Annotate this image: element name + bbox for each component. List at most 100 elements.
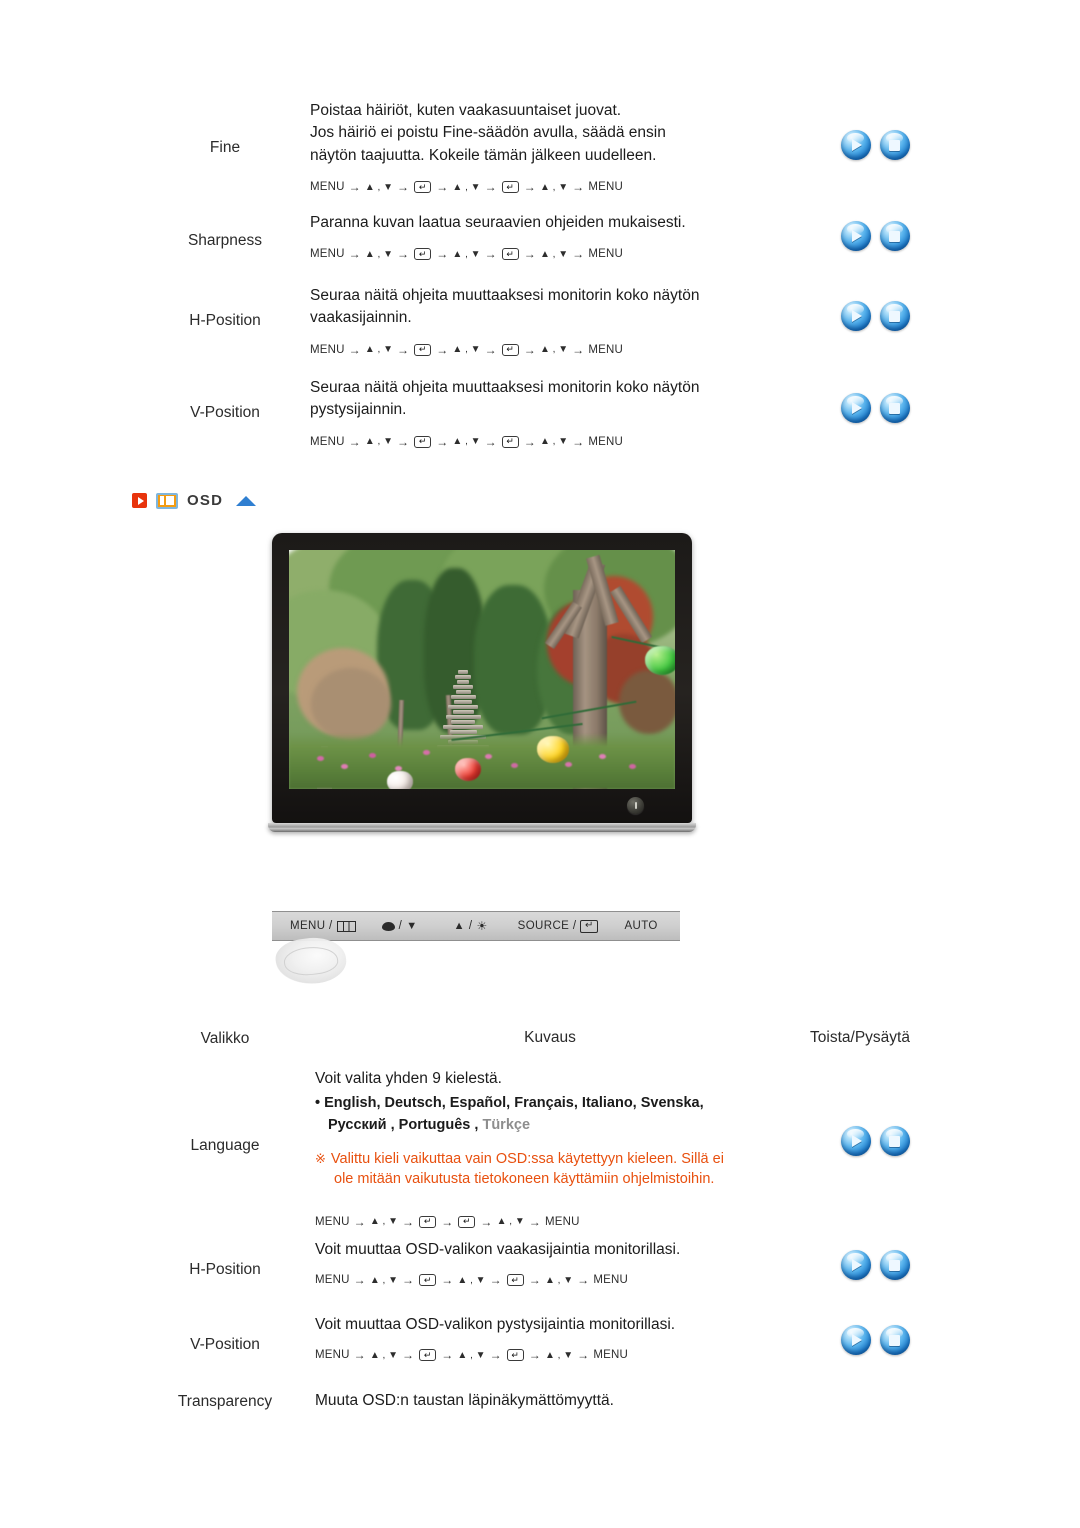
menu-label: Transparency bbox=[140, 1390, 310, 1413]
arrow-right-icon: → bbox=[489, 1273, 502, 1288]
arrow-right-icon: → bbox=[436, 180, 449, 195]
play-stop-cell bbox=[820, 212, 930, 251]
enter-key-icon: ↵ bbox=[501, 248, 519, 261]
lantern-yellow bbox=[537, 736, 569, 763]
description-cell: Seuraa näitä ohjeita muuttaaksesi monito… bbox=[310, 377, 820, 449]
play-stop-cell bbox=[820, 377, 930, 423]
arrow-right-icon: → bbox=[484, 247, 497, 262]
description-line: Voit muuttaa OSD-valikon pystysijaintia … bbox=[315, 1316, 676, 1333]
down-arrow-icon: ▼ bbox=[406, 920, 418, 932]
enter-key-icon: ↵ bbox=[414, 435, 432, 448]
osd-screen-icon bbox=[156, 492, 178, 509]
enter-key-icon: ↵ bbox=[414, 181, 432, 194]
blue-triangle-up-icon[interactable] bbox=[236, 496, 257, 506]
enter-key-icon: ↵ bbox=[501, 181, 519, 194]
arrow-right-icon: → bbox=[441, 1214, 454, 1229]
arrow-right-icon: → bbox=[523, 247, 536, 262]
enter-key-icon: ↵ bbox=[419, 1215, 437, 1228]
table-row: Sharpness Paranna kuvan laatua seuraavie… bbox=[140, 212, 930, 261]
language-list-separator: , bbox=[470, 1117, 483, 1134]
play-button[interactable] bbox=[840, 393, 871, 423]
arrow-right-icon: → bbox=[441, 1348, 454, 1363]
stop-button[interactable] bbox=[879, 1250, 910, 1280]
description-cell: Poistaa häiriöt, kuten vaakasuuntaiset j… bbox=[310, 100, 820, 194]
stop-button[interactable] bbox=[879, 301, 910, 331]
table-row: H-Position Seuraa näitä ohjeita muuttaak… bbox=[140, 285, 930, 357]
description-line: Jos häiriö ei poistu Fine-säädön avulla,… bbox=[310, 124, 666, 142]
description-line: Muuta OSD:n taustan läpinäkymättömyyttä. bbox=[315, 1392, 614, 1409]
monitor-screen bbox=[289, 550, 675, 789]
key-sequence: MENU → ▲ , ▼ → ↵ → ▲ , ▼ → ↵ → ▲ , ▼ → MENU bbox=[315, 1273, 820, 1287]
up-down-keys: ▲ , ▼ bbox=[496, 1216, 525, 1228]
monitor-control-bar: MENU / / ▼ ▲ / ☀ SOURCE / ↵ AUTO bbox=[272, 911, 680, 941]
description-line: Seuraa näitä ohjeita muuttaaksesi monito… bbox=[310, 287, 700, 304]
play-button[interactable] bbox=[840, 130, 871, 160]
up-down-keys: ▲ , ▼ bbox=[364, 181, 394, 193]
monitor-illustration bbox=[268, 533, 700, 832]
menu-label-text: H-Position bbox=[189, 312, 261, 329]
power-button[interactable] bbox=[627, 797, 644, 814]
menu-key-label: MENU bbox=[315, 1215, 350, 1228]
menu-label-text: V-Position bbox=[190, 1336, 260, 1353]
auto-button[interactable]: AUTO bbox=[624, 920, 657, 932]
arrow-right-icon: → bbox=[436, 434, 449, 449]
arrow-right-icon: → bbox=[528, 1214, 541, 1229]
stop-button[interactable] bbox=[879, 1325, 910, 1355]
menu-key-label: MENU bbox=[315, 1274, 350, 1287]
language-list-line2b: Türkçe bbox=[482, 1117, 531, 1134]
source-enter-button[interactable]: SOURCE / ↵ bbox=[517, 919, 599, 933]
up-arrow-icon: ▲ bbox=[453, 920, 465, 932]
play-button[interactable] bbox=[840, 1126, 871, 1156]
enter-key-icon: ↵ bbox=[506, 1349, 524, 1362]
up-down-keys: ▲ , ▼ bbox=[544, 1349, 574, 1361]
separator-label: / bbox=[398, 920, 403, 932]
contrast-down-button[interactable]: / ▼ bbox=[381, 920, 418, 932]
key-sequence: MENU → ▲ , ▼ → ↵ → ↵ → ▲ , ▼ → MENU bbox=[315, 1215, 820, 1229]
arrow-right-icon: → bbox=[397, 180, 410, 195]
arrow-right-icon: → bbox=[436, 342, 449, 357]
play-button[interactable] bbox=[840, 301, 871, 331]
table-row: H-Position Voit muuttaa OSD-valikon vaak… bbox=[140, 1239, 930, 1287]
play-button[interactable] bbox=[840, 1250, 871, 1280]
menu-label: H-Position bbox=[140, 1239, 310, 1281]
column-header-description: Kuvaus bbox=[524, 1029, 576, 1046]
stop-button[interactable] bbox=[879, 130, 910, 160]
up-down-keys: ▲ , ▼ bbox=[452, 181, 481, 193]
column-header-menu: Valikko bbox=[200, 1030, 250, 1047]
menu-label: V-Position bbox=[140, 1314, 310, 1356]
play-button[interactable] bbox=[840, 221, 871, 251]
language-warning: ※ Valittu kieli vaikuttaa vain OSD:ssa kä… bbox=[315, 1149, 820, 1190]
brightness-sun-icon: ☀ bbox=[476, 919, 488, 933]
arrow-right-icon: → bbox=[436, 247, 449, 262]
stop-button[interactable] bbox=[879, 1126, 910, 1156]
stop-button[interactable] bbox=[879, 221, 910, 251]
enter-key-icon: ↵ bbox=[414, 343, 432, 356]
arrow-right-icon: → bbox=[577, 1273, 590, 1288]
enter-key-icon: ↵ bbox=[501, 343, 519, 356]
description-cell: Paranna kuvan laatua seuraavien ohjeiden… bbox=[310, 212, 820, 261]
up-down-keys: ▲ , ▼ bbox=[452, 436, 481, 448]
key-sequence: MENU → ▲ , ▼ → ↵ → ▲ , ▼ → ↵ → ▲ , ▼ → MENU bbox=[315, 1348, 820, 1362]
enter-key-icon: ↵ bbox=[419, 1349, 437, 1362]
up-down-keys: ▲ , ▼ bbox=[369, 1274, 399, 1286]
menu-label-text: Transparency bbox=[177, 1393, 273, 1410]
menu-label-text: H-Position bbox=[189, 1261, 261, 1278]
arrow-right-icon: → bbox=[480, 1214, 493, 1229]
arrow-right-icon: → bbox=[572, 180, 585, 195]
up-down-keys: ▲ , ▼ bbox=[369, 1349, 399, 1361]
menu-key-label: MENU bbox=[310, 248, 345, 261]
play-button[interactable] bbox=[840, 1325, 871, 1355]
description-cell: Voit muuttaa OSD-valikon pystysijaintia … bbox=[310, 1314, 820, 1362]
source-button-label: SOURCE / bbox=[517, 920, 577, 932]
description-line: Voit valita yhden 9 kielestä. bbox=[315, 1070, 502, 1087]
up-down-keys: ▲ , ▼ bbox=[452, 344, 481, 356]
up-down-keys: ▲ , ▼ bbox=[364, 436, 394, 448]
menu-label: H-Position bbox=[140, 285, 310, 332]
description-cell: Muuta OSD:n taustan läpinäkymättömyyttä. bbox=[310, 1390, 820, 1412]
brightness-up-button[interactable]: ▲ / ☀ bbox=[454, 919, 488, 933]
menu-button[interactable]: MENU / bbox=[290, 920, 356, 932]
up-down-keys: ▲ , ▼ bbox=[457, 1349, 486, 1361]
stop-button[interactable] bbox=[879, 393, 910, 423]
description-line: Poistaa häiriöt, kuten vaakasuuntaiset j… bbox=[310, 102, 622, 119]
description-line: vaakasijainnin. bbox=[310, 309, 412, 327]
